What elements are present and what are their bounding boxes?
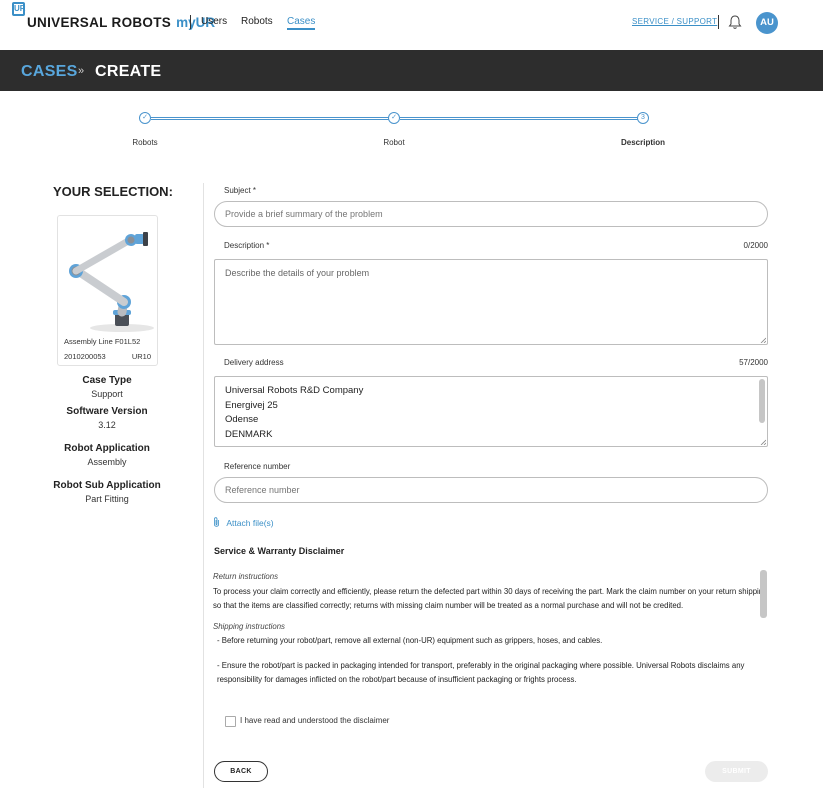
user-avatar[interactable]: AU	[756, 12, 778, 34]
robot-sub-application-info: Robot Sub Application Part Fitting	[40, 480, 174, 504]
back-button[interactable]: BACK	[214, 761, 268, 782]
resize-handle-icon[interactable]	[760, 439, 766, 445]
delivery-address-textarea[interactable]: Universal Robots R&D Company Energivej 2…	[214, 376, 768, 447]
step-3-number: 3	[637, 112, 649, 124]
robot-application-label: Robot Application	[64, 443, 150, 454]
nav-divider	[190, 15, 191, 29]
description-char-counter: 0/2000	[743, 241, 768, 250]
step-label-description: Description	[620, 138, 666, 147]
address-scrollbar[interactable]	[759, 379, 765, 443]
column-divider	[203, 183, 204, 788]
submit-button[interactable]: SUBMIT	[705, 761, 768, 782]
address-scrollbar-thumb[interactable]	[759, 379, 765, 423]
selection-title: YOUR SELECTION:	[53, 184, 173, 199]
disclaimer-checkbox[interactable]	[225, 716, 236, 727]
software-version-label: Software Version	[66, 406, 148, 417]
resize-handle-icon[interactable]	[760, 337, 766, 343]
nav-cases[interactable]: Cases	[287, 16, 316, 30]
nav-divider	[718, 15, 719, 29]
robot-name: Assembly Line F01L52	[64, 337, 141, 346]
stepper-line	[151, 117, 389, 120]
disclaimer-checkbox-label[interactable]: I have read and understood the disclaime…	[240, 716, 389, 725]
breadcrumb-cases[interactable]: CASES	[21, 63, 78, 81]
robot-application-value: Assembly	[87, 457, 127, 467]
address-line: DENMARK	[225, 428, 273, 440]
address-line: Universal Robots R&D Company	[225, 385, 364, 396]
address-line: Energivej 25	[225, 399, 278, 411]
shipping-instructions-heading: Shipping instructions	[213, 621, 285, 631]
subject-input[interactable]	[214, 201, 768, 227]
logo-text: UNIVERSAL ROBOTS	[27, 15, 172, 30]
page-title: CREATE	[95, 63, 162, 80]
shipping-item: - Before returning your robot/part, remo…	[217, 636, 603, 645]
robot-application-info: Robot Application Assembly	[40, 443, 174, 467]
nav-users[interactable]: Users	[201, 16, 227, 27]
notification-bell-icon[interactable]	[728, 14, 742, 30]
case-type-value: Support	[91, 389, 123, 399]
case-type-info: Case Type Support	[40, 375, 174, 399]
page-header: CASES » CREATE	[0, 50, 823, 91]
step-label-robot: Robot	[383, 138, 405, 147]
robot-sub-application-label: Robot Sub Application	[53, 480, 161, 491]
subject-label: Subject *	[224, 186, 257, 195]
disclaimer-scrollbar-thumb[interactable]	[760, 570, 767, 618]
step-2-check-icon[interactable]: ✓	[388, 112, 400, 124]
step-label-robots: Robots	[132, 138, 158, 147]
stepper-line	[400, 117, 638, 120]
delivery-address-label: Delivery address	[224, 358, 284, 367]
robot-serial: 2010200053	[64, 352, 106, 361]
disclaimer-text-box[interactable]: Return instructions To process your clai…	[213, 570, 770, 704]
reference-number-input[interactable]	[214, 477, 768, 503]
case-type-label: Case Type	[82, 375, 132, 386]
service-support-link[interactable]: SERVICE / SUPPORT	[632, 17, 717, 26]
attach-files-label: Attach file(s)	[226, 518, 274, 528]
paperclip-icon	[214, 517, 219, 527]
reference-number-label: Reference number	[224, 462, 291, 471]
step-1-check-icon[interactable]: ✓	[139, 112, 151, 124]
return-instructions-text: To process your claim correctly and effi…	[213, 586, 768, 611]
description-placeholder: Describe the details of your problem	[225, 268, 370, 278]
robot-sub-application-value: Part Fitting	[85, 494, 129, 504]
attach-files-link[interactable]: Attach file(s)	[213, 517, 274, 528]
robot-arm-image	[69, 232, 154, 332]
ur-logo-mark: UR	[12, 2, 26, 16]
software-version-value: 3.12	[98, 420, 116, 430]
robot-model: UR10	[131, 352, 151, 361]
robot-card: Assembly Line F01L52 2010200053 UR10	[57, 215, 158, 366]
breadcrumb-separator: »	[78, 65, 85, 77]
disclaimer-title: Service & Warranty Disclaimer	[214, 546, 345, 556]
nav-robots[interactable]: Robots	[241, 16, 273, 27]
address-line: Odense	[225, 414, 259, 425]
shipping-item: - Ensure the robot/part is packed in pac…	[217, 660, 745, 685]
description-label: Description *	[224, 241, 270, 250]
software-version-info: Software Version 3.12	[40, 406, 174, 430]
delivery-address-char-counter: 57/2000	[739, 358, 768, 367]
description-textarea[interactable]: Describe the details of your problem	[214, 259, 768, 345]
return-instructions-heading: Return instructions	[213, 572, 279, 581]
universal-robots-logo[interactable]: UR UNIVERSAL ROBOTS myUR	[12, 2, 215, 30]
top-navigation-bar: UR UNIVERSAL ROBOTS myUR Users Robots Ca…	[0, 0, 823, 50]
